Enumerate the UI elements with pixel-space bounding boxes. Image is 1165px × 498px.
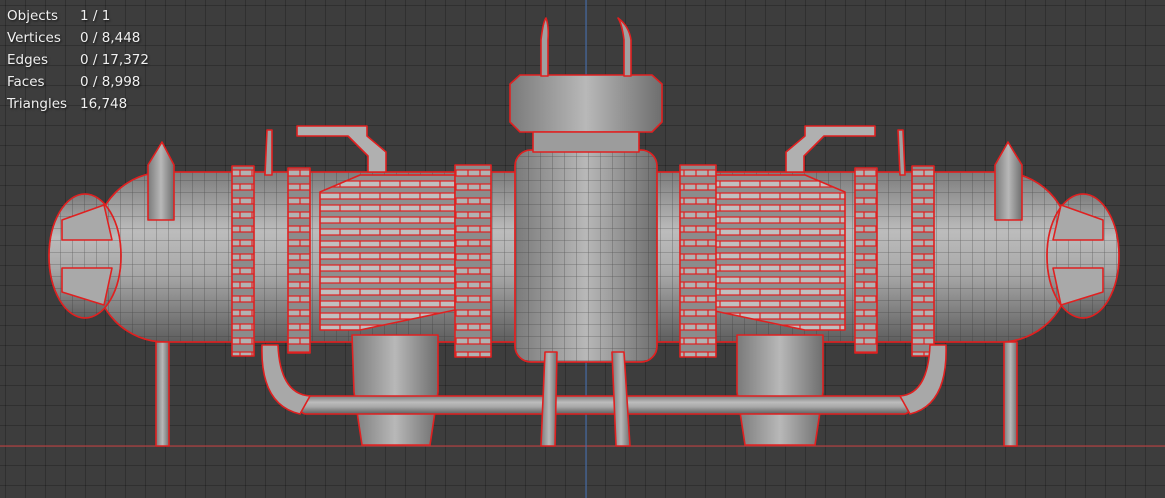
bottom-pipe — [299, 395, 911, 415]
stat-vertices: Vertices 0 / 8,448 — [7, 27, 149, 49]
antenna-right — [617, 17, 632, 77]
bottom-block-left — [351, 334, 439, 446]
stat-edges: Edges 0 / 17,372 — [7, 49, 149, 71]
leg-outer-right — [1003, 341, 1018, 447]
stat-label: Edges — [7, 52, 49, 68]
right-top-tower — [994, 141, 1023, 221]
pipe-top-right — [785, 125, 876, 173]
left-radiator — [319, 174, 456, 331]
bottom-block-right — [736, 334, 824, 446]
stat-triangles: Triangles 16,748 — [7, 93, 149, 115]
ring-left-1 — [231, 165, 255, 357]
stat-label: Triangles — [7, 96, 68, 112]
collar-right — [679, 164, 717, 358]
viewport-statistics-overlay: Objects 1 / 1 Vertices 0 / 8,448 Edges 0… — [7, 5, 149, 115]
stat-objects: Objects 1 / 1 — [7, 5, 149, 27]
antenna-left-2 — [264, 129, 273, 176]
right-radiator — [709, 174, 846, 331]
leg-outer-left — [155, 341, 170, 447]
stat-value: 1 / 1 — [80, 8, 111, 24]
pipe-top-left — [296, 125, 387, 173]
ring-right-1 — [854, 167, 878, 354]
stat-value: 0 / 17,372 — [80, 52, 149, 68]
antenna-right-2 — [897, 129, 906, 176]
stat-label: Faces — [7, 74, 45, 90]
stat-label: Objects — [7, 8, 59, 24]
ring-left-2 — [287, 167, 311, 354]
mesh-model[interactable] — [0, 0, 1165, 498]
stat-label: Vertices — [7, 30, 61, 46]
stat-faces: Faces 0 / 8,998 — [7, 71, 149, 93]
stat-value: 16,748 — [80, 96, 128, 112]
top-module — [509, 74, 663, 133]
antenna-left — [540, 17, 550, 77]
3d-viewport[interactable]: Objects 1 / 1 Vertices 0 / 8,448 Edges 0… — [0, 0, 1165, 498]
collar-left — [454, 164, 492, 358]
left-top-tower — [147, 141, 175, 221]
ring-right-2 — [911, 165, 935, 357]
spaceship-mesh — [48, 17, 1120, 447]
leg-center-left — [540, 351, 558, 447]
stat-value: 0 / 8,998 — [80, 74, 141, 90]
leg-center-right — [611, 351, 631, 447]
stat-value: 0 / 8,448 — [80, 30, 141, 46]
